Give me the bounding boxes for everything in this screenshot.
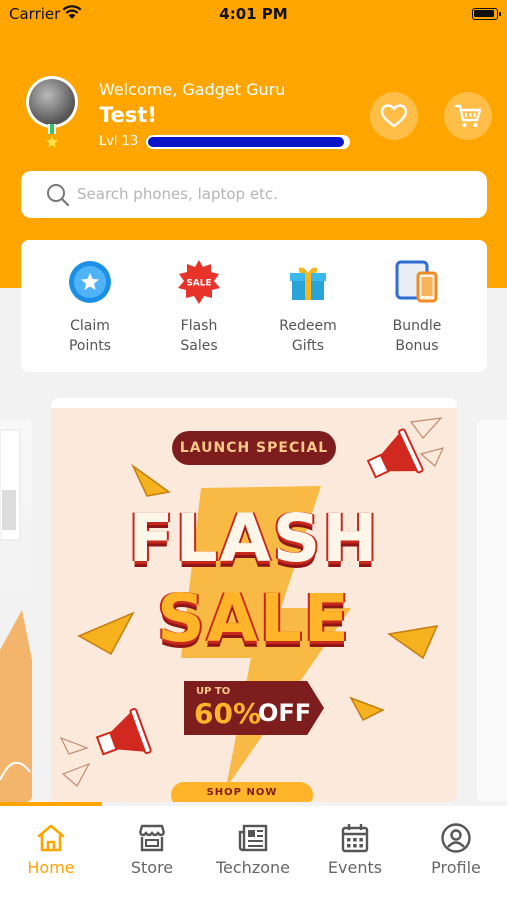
redeem-gifts-button[interactable]: Redeem Gifts (258, 258, 358, 356)
discount-tag: UP TO 60% OFF (184, 681, 324, 735)
tab-store[interactable]: Store (102, 820, 202, 877)
flash-sale-banner[interactable]: LAUNCH SPECIAL FLASH SALE UP TO 60% OFF … (51, 408, 457, 802)
claim-points-button[interactable]: Claim Points (40, 258, 140, 356)
profile-icon (441, 823, 471, 853)
cart-icon (454, 104, 482, 127)
flash-sales-button[interactable]: SALE Flash Sales (149, 258, 249, 356)
quick-action-label: Flash Sales (180, 318, 218, 354)
tab-techzone[interactable]: Techzone (203, 820, 303, 877)
promo-banner-card[interactable]: LAUNCH SPECIAL FLASH SALE UP TO 60% OFF … (51, 398, 457, 802)
launch-special-tag: LAUNCH SPECIAL (172, 431, 336, 465)
bottom-tab-bar: Home Store Techzone Events Profile (0, 806, 507, 900)
calendar-icon (341, 824, 369, 853)
svg-text:SALE: SALE (186, 279, 211, 289)
welcome-text: Welcome, Gadget Guru (99, 80, 286, 99)
wishlist-button[interactable] (370, 92, 418, 140)
store-icon (138, 824, 166, 852)
sale-tag-icon: SALE (178, 260, 220, 304)
star-badge-icon (69, 261, 111, 303)
quick-action-label: Claim Points (68, 318, 112, 354)
quick-action-label: Bundle Bonus (392, 318, 442, 354)
bundle-bonus-button[interactable]: Bundle Bonus (367, 258, 467, 356)
tab-label: Events (327, 858, 383, 877)
quick-action-label: Redeem Gifts (279, 318, 337, 354)
tab-events[interactable]: Events (305, 820, 405, 877)
search-icon (47, 184, 70, 207)
xp-progress-bar (146, 135, 350, 149)
devices-icon (395, 260, 438, 303)
search-input[interactable] (77, 179, 467, 209)
level-label: Lvl 13 (99, 134, 139, 149)
tab-label: Profile (431, 858, 481, 877)
carousel-next-card[interactable] (477, 420, 507, 802)
banner-headline-sale: SALE (157, 580, 351, 657)
quick-actions-panel: Claim Points SALE Flash Sales Redeem Gif… (21, 240, 487, 372)
battery-icon (472, 8, 501, 20)
carousel-prev-card[interactable] (0, 420, 32, 802)
status-bar: Carrier 4:01 PM (0, 0, 507, 30)
status-time: 4:01 PM (219, 5, 288, 23)
tab-label: Techzone (215, 858, 290, 877)
avatar[interactable] (26, 76, 78, 128)
search-bar[interactable] (21, 171, 487, 218)
user-name: Test! (99, 103, 157, 127)
up-to-label: UP TO (196, 686, 231, 697)
tab-home[interactable]: Home (1, 820, 101, 877)
medal-icon (46, 124, 58, 148)
discount-percent: 60% (194, 697, 262, 730)
heart-icon (380, 104, 408, 128)
xp-progress-fill (148, 137, 344, 147)
home-icon (37, 824, 65, 852)
news-icon (238, 824, 268, 852)
tab-label: Home (27, 858, 75, 877)
tab-profile[interactable]: Profile (406, 820, 506, 877)
shop-now-button[interactable]: SHOP NOW (171, 782, 313, 802)
gift-icon (290, 267, 326, 300)
off-label: OFF (258, 699, 312, 727)
room-scene-image (0, 429, 32, 802)
cart-button[interactable] (444, 92, 492, 140)
tab-label: Store (130, 858, 174, 877)
banner-headline-flash: FLASH (128, 500, 380, 577)
